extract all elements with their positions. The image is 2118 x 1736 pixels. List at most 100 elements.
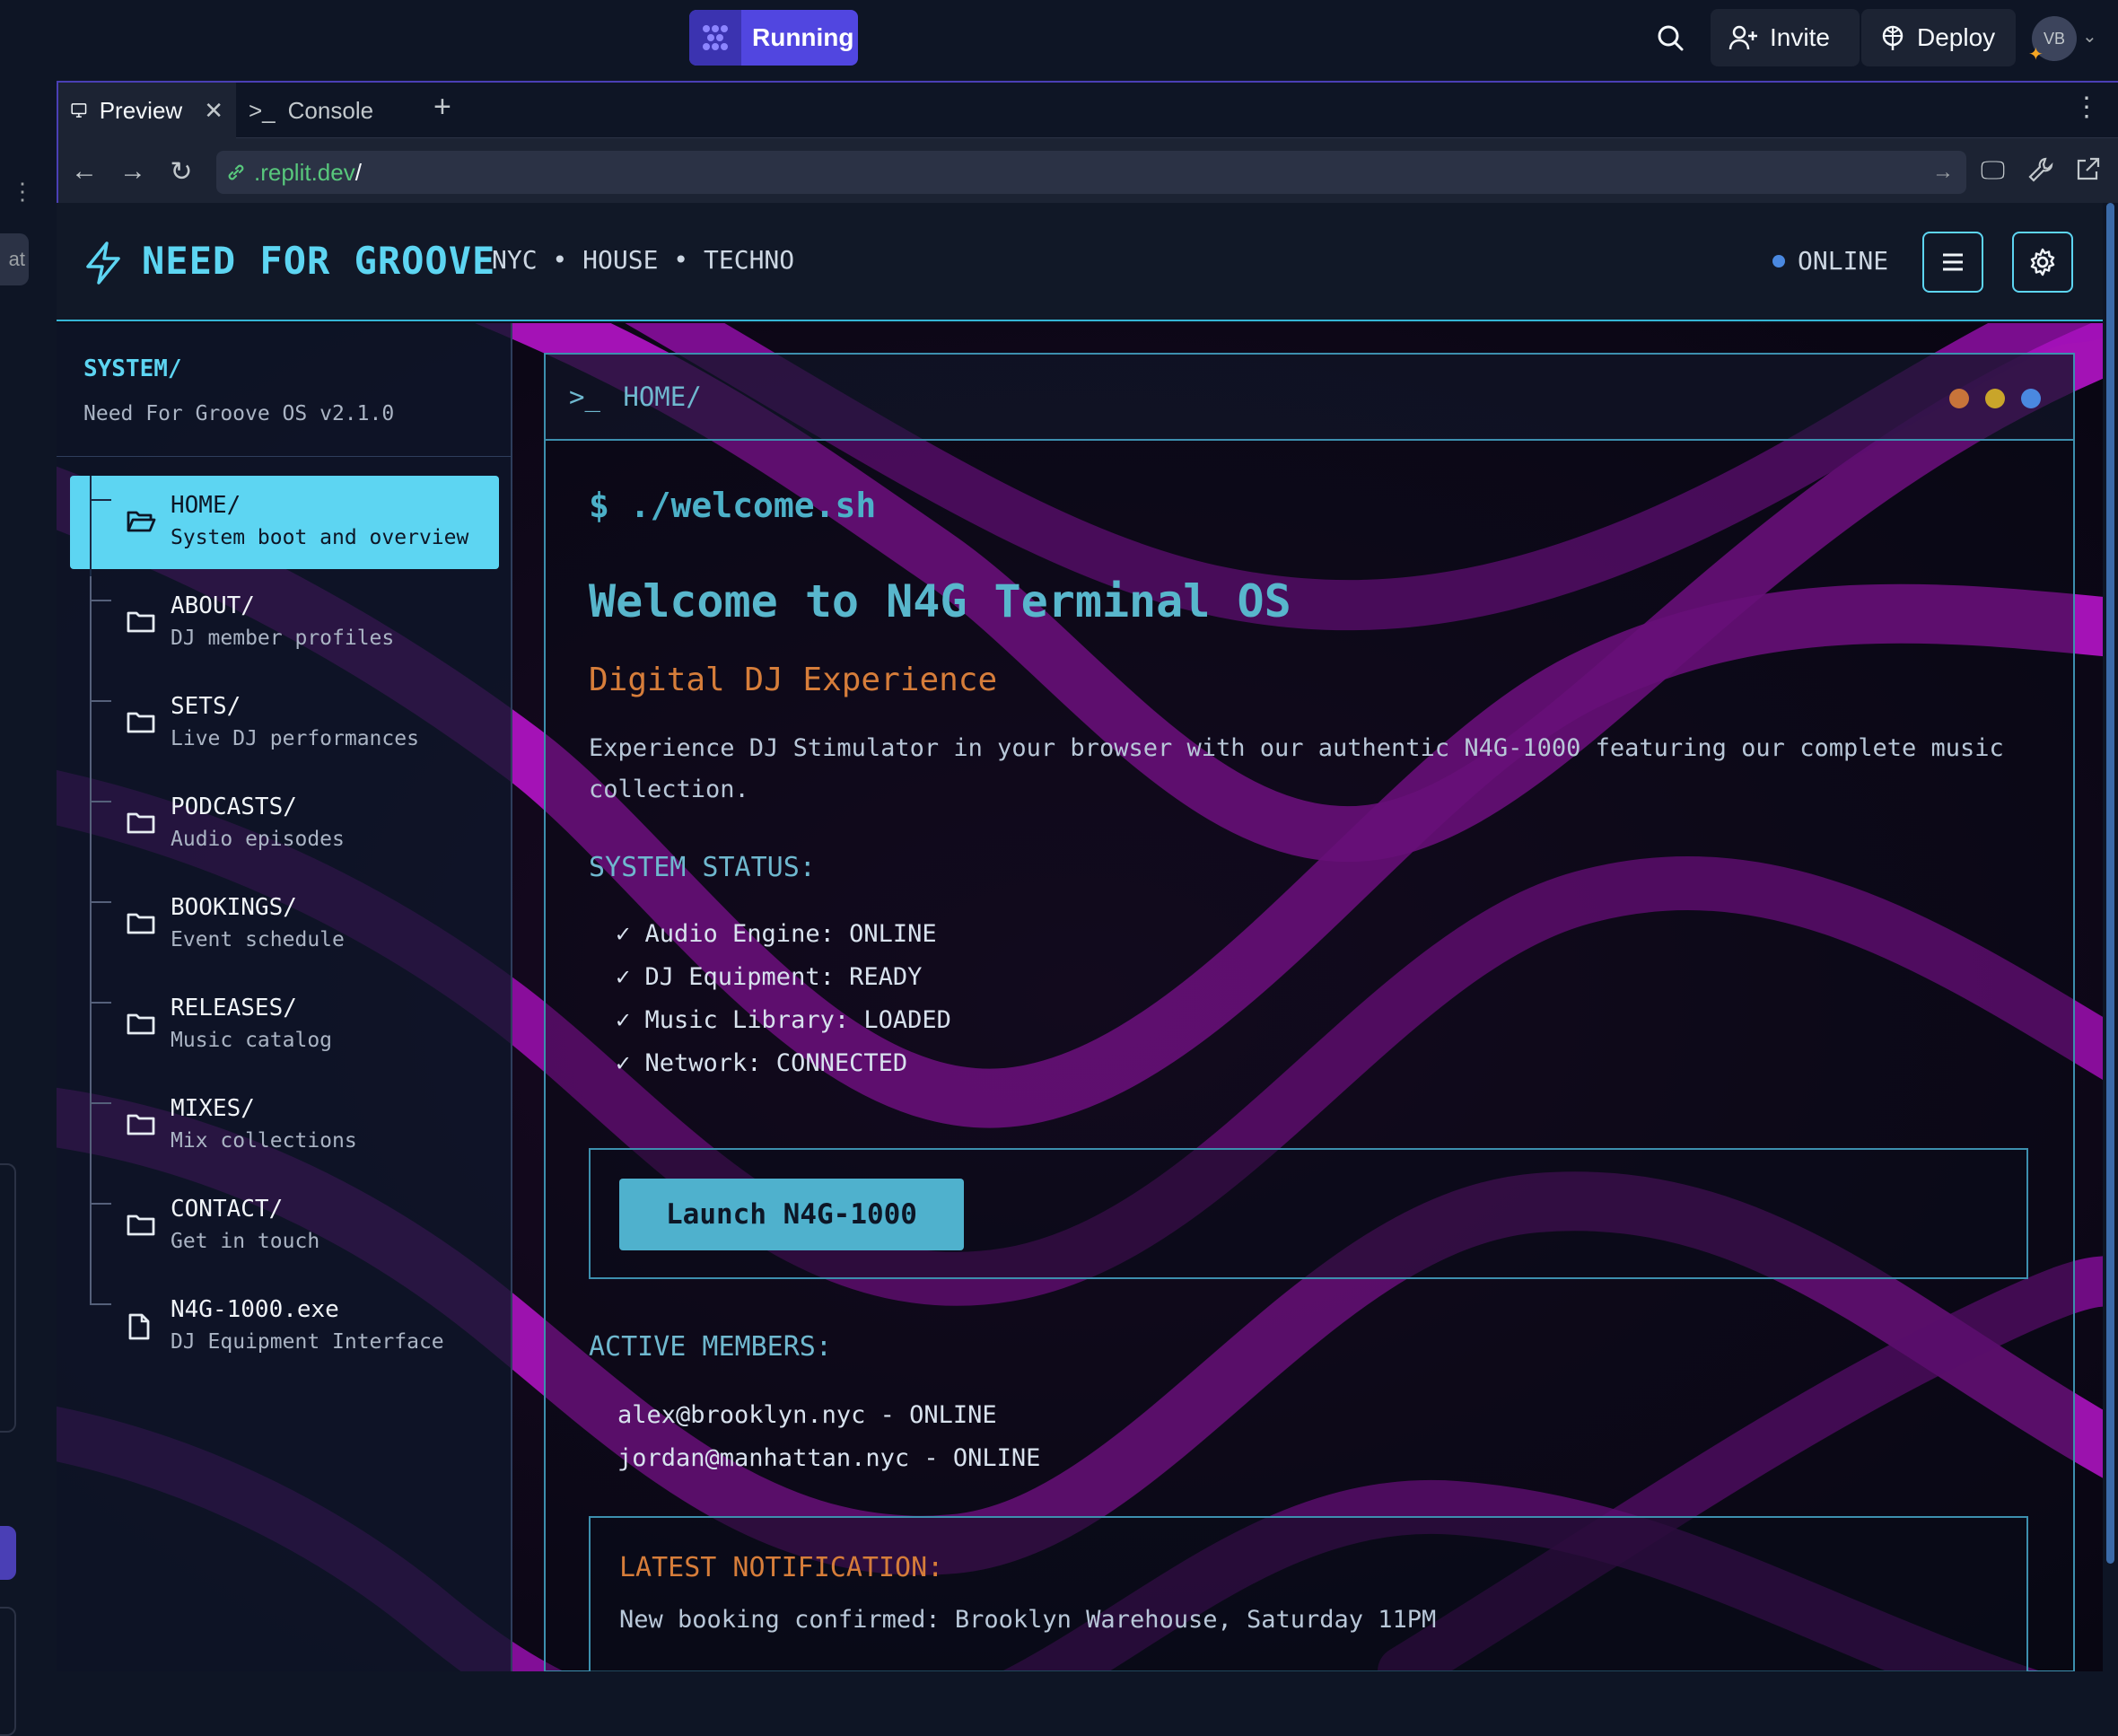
- url-bar: ← → ↻ .replit.dev / → 🖵: [58, 138, 2118, 205]
- tree-branch: [90, 476, 111, 576]
- tree-branch: [90, 978, 111, 1079]
- url-path: /: [354, 158, 362, 186]
- ide-left-strip: ⋮ at: [0, 81, 56, 1736]
- online-status-label: ONLINE: [1798, 246, 1889, 276]
- tab-preview-label: Preview: [99, 96, 183, 124]
- side-panel-input[interactable]: [0, 1607, 16, 1736]
- app-header: NEED FOR GROOVE NYC • HOUSE • TECHNO ONL…: [57, 203, 2103, 321]
- terminal-window: >_ HOME/ $ ./welcome.sh Welcome to N4G T…: [544, 353, 2075, 1671]
- chat-tab[interactable]: at: [0, 233, 29, 285]
- sidebar-item-desc: Live DJ performances: [171, 727, 419, 750]
- forward-arrow-icon[interactable]: →: [109, 156, 157, 187]
- terminal-header: >_ HOME/: [546, 355, 2073, 441]
- invite-label: Invite: [1770, 23, 1830, 51]
- device-preview-icon[interactable]: 🖵: [1981, 156, 2005, 186]
- sidebar-item-mixes[interactable]: MIXES/ Mix collections: [70, 1079, 499, 1179]
- close-icon[interactable]: ✕: [204, 97, 223, 125]
- search-icon[interactable]: [1648, 18, 1693, 57]
- invite-button[interactable]: Invite: [1711, 9, 1860, 66]
- window-dot-orange[interactable]: [1949, 389, 1969, 408]
- sidebar-item-desc: Event schedule: [171, 928, 345, 951]
- online-status: ONLINE: [1772, 246, 1888, 276]
- lightning-bolt-icon: [83, 241, 123, 290]
- status-dot-icon: [1772, 254, 1785, 267]
- window-dot-blue[interactable]: [2021, 389, 2041, 408]
- terminal-icon: >_: [249, 96, 276, 124]
- menu-button[interactable]: [1922, 232, 1983, 293]
- preview-scrollbar[interactable]: [2103, 203, 2118, 1671]
- more-vertical-icon[interactable]: ⋮: [2073, 92, 2100, 123]
- side-panel-accent: [0, 1526, 16, 1580]
- tab-preview[interactable]: Preview ✕: [58, 83, 236, 138]
- launch-n4g-button[interactable]: Launch N4G-1000: [619, 1179, 964, 1250]
- sidebar-item-label: HOME/: [171, 492, 241, 519]
- sidebar-item-bookings[interactable]: BOOKINGS/ Event schedule: [70, 878, 499, 978]
- ide-top-bar: Running Invite Deploy VB ✦ ⌄: [0, 0, 2118, 81]
- welcome-subtitle: Digital DJ Experience: [589, 662, 998, 698]
- os-version: Need For Groove OS v2.1.0: [83, 402, 395, 425]
- sidebar-item-label: SETS/: [171, 693, 241, 720]
- status-line: ✓ Network: CONNECTED: [616, 1049, 908, 1077]
- deploy-button[interactable]: Deploy: [1861, 9, 2016, 66]
- tree-branch: [90, 878, 111, 978]
- welcome-heading: Welcome to N4G Terminal OS: [589, 575, 1291, 627]
- scrollbar-thumb[interactable]: [2106, 203, 2114, 1564]
- notification-panel: LATEST NOTIFICATION: New booking confirm…: [589, 1516, 2028, 1671]
- sidebar-item-label: BOOKINGS/: [171, 894, 297, 921]
- brand-title[interactable]: NEED FOR GROOVE: [142, 239, 495, 283]
- sidebar-item-desc: DJ member profiles: [171, 627, 395, 650]
- divider: [57, 456, 512, 457]
- tree-branch: [90, 1280, 111, 1305]
- folder-icon: [127, 913, 155, 934]
- settings-button[interactable]: [2012, 232, 2073, 293]
- run-status-button[interactable]: Running: [689, 10, 858, 66]
- notification-title: LATEST NOTIFICATION:: [619, 1552, 944, 1583]
- app-viewport: NEED FOR GROOVE NYC • HOUSE • TECHNO ONL…: [57, 203, 2103, 1671]
- url-input[interactable]: .replit.dev / →: [216, 151, 1966, 194]
- tree-branch: [90, 677, 111, 777]
- more-vertical-icon[interactable]: ⋮: [11, 178, 34, 206]
- tree-branch: [90, 1079, 111, 1179]
- sidebar-item-desc: DJ Equipment Interface: [171, 1330, 444, 1354]
- reload-icon[interactable]: ↻: [157, 156, 206, 188]
- notification-text: New booking confirmed: Brooklyn Warehous…: [619, 1606, 1437, 1634]
- link-icon: [228, 164, 244, 180]
- sidebar-item-home[interactable]: HOME/ System boot and overview: [70, 476, 499, 576]
- sidebar-item-label: RELEASES/: [171, 995, 297, 1021]
- folder-icon: [127, 1013, 155, 1035]
- active-members-title: ACTIVE MEMBERS:: [589, 1331, 832, 1363]
- sidebar-item-sets[interactable]: SETS/ Live DJ performances: [70, 677, 499, 777]
- run-status-label: Running: [752, 23, 854, 51]
- launch-panel: Launch N4G-1000: [589, 1148, 2028, 1279]
- sidebar-item-releases[interactable]: RELEASES/ Music catalog: [70, 978, 499, 1079]
- gear-icon: [2030, 248, 2055, 276]
- terminal-path: >_ HOME/: [569, 381, 702, 412]
- folder-icon: [127, 1114, 155, 1135]
- folder-icon: [127, 1214, 155, 1236]
- external-link-icon[interactable]: [2074, 156, 2101, 189]
- sidebar-item-desc: Mix collections: [171, 1129, 357, 1153]
- tree-branch: [90, 576, 111, 677]
- add-user-icon: [1729, 25, 1757, 50]
- wrench-icon[interactable]: [2027, 156, 2054, 189]
- sidebar-item-label: ABOUT/: [171, 592, 255, 619]
- file-icon: [128, 1313, 150, 1340]
- sidebar-item-contact[interactable]: CONTACT/ Get in touch: [70, 1179, 499, 1280]
- tab-console-label: Console: [287, 96, 374, 124]
- add-tab-icon[interactable]: +: [433, 90, 451, 125]
- window-dot-yellow[interactable]: [1985, 389, 2005, 408]
- status-line: ✓ Music Library: LOADED: [616, 1006, 951, 1034]
- replit-logo-icon: [689, 10, 741, 66]
- sidebar-item-n4g-1000[interactable]: N4G-1000.exe DJ Equipment Interface: [70, 1280, 499, 1373]
- sidebar-item-podcasts[interactable]: PODCASTS/ Audio episodes: [70, 777, 499, 878]
- terminal-path-label: HOME/: [623, 381, 702, 412]
- folder-open-icon: [127, 511, 156, 532]
- sidebar-item-label: N4G-1000.exe: [171, 1296, 339, 1323]
- tab-console[interactable]: >_ Console: [236, 83, 414, 138]
- status-line: ✓ Audio Engine: ONLINE: [616, 920, 937, 948]
- chevron-down-icon[interactable]: ⌄: [2082, 25, 2097, 48]
- back-arrow-icon[interactable]: ←: [60, 156, 109, 187]
- sidebar-item-desc: Audio episodes: [171, 828, 345, 851]
- sidebar-item-about[interactable]: ABOUT/ DJ member profiles: [70, 576, 499, 677]
- go-arrow-icon[interactable]: →: [1932, 160, 1954, 185]
